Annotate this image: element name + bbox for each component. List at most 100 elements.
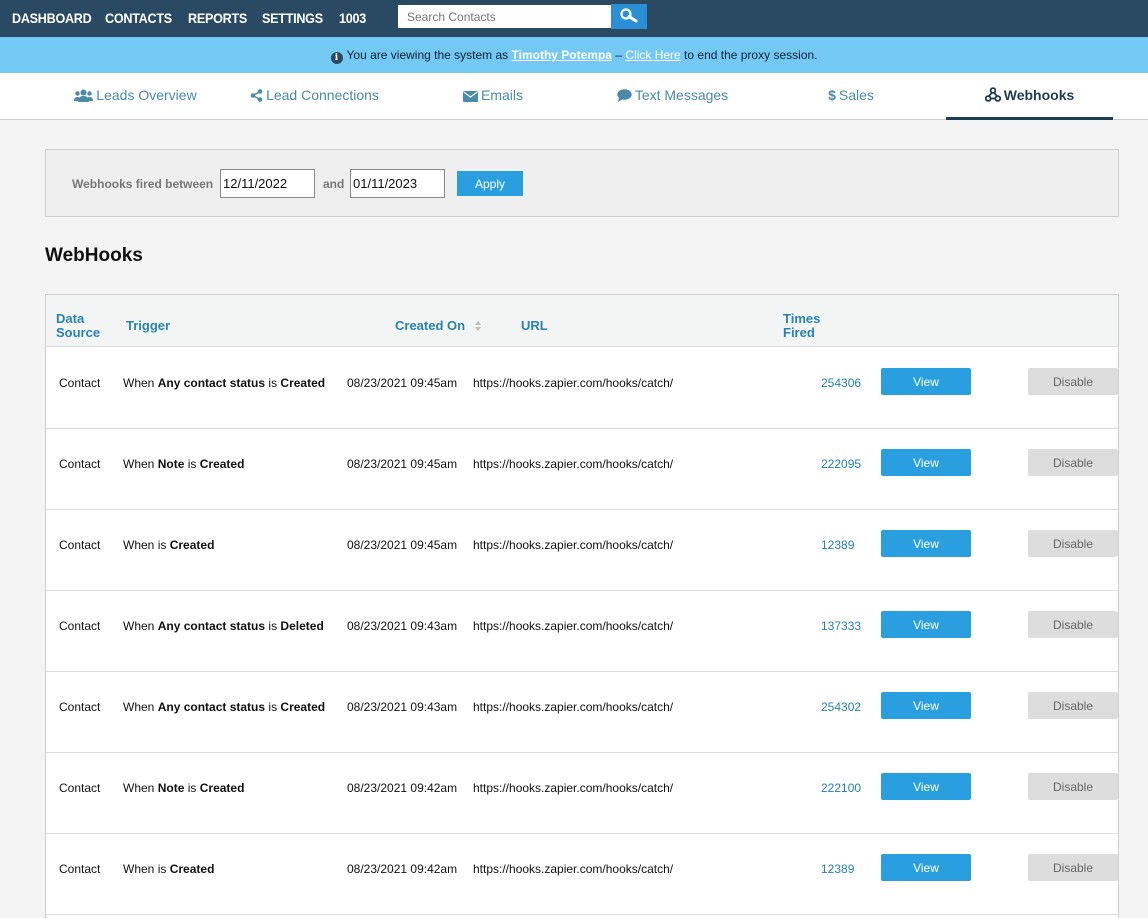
nav-reports[interactable]: REPORTS <box>188 0 247 37</box>
data-source-cell: Contact <box>59 700 101 714</box>
search-button[interactable] <box>611 4 647 29</box>
trigger-cell: When Any contact status is Created <box>123 376 326 390</box>
times-fired-cell: 137333 <box>821 619 862 633</box>
filter-label: Webhooks fired between <box>72 177 214 191</box>
tab-emails[interactable]: Emails <box>462 73 524 120</box>
users-icon <box>74 89 94 102</box>
tab-label: Sales <box>838 87 874 103</box>
trigger-cell: When Note is Created <box>123 781 245 795</box>
view-button[interactable]: View <box>881 530 971 557</box>
proxy-banner: i You are viewing the system as Timothy P… <box>0 37 1148 73</box>
date-filter-panel: Webhooks fired between and Apply <box>45 149 1119 217</box>
view-button[interactable]: View <box>881 611 971 638</box>
chat-bubble-icon <box>617 89 632 102</box>
disable-button[interactable]: Disable <box>1028 530 1118 557</box>
url-cell: https://hooks.zapier.com/hooks/catch/ <box>473 538 674 552</box>
disable-button[interactable]: Disable <box>1028 692 1118 719</box>
url-cell: https://hooks.zapier.com/hooks/catch/ <box>473 619 674 633</box>
apply-button[interactable]: Apply <box>457 171 523 196</box>
table-row: Contact When is Created 08/23/2021 09:42am… <box>46 834 1118 915</box>
url-cell: https://hooks.zapier.com/hooks/catch/ <box>473 862 674 876</box>
nav-dashboard[interactable]: DASHBOARD <box>12 0 92 37</box>
info-icon: i <box>330 52 343 64</box>
created-on-cell: 08/23/2021 09:45am <box>347 457 458 471</box>
times-fired-cell: 12389 <box>821 862 855 876</box>
data-source-cell: Contact <box>59 376 101 390</box>
banner-suffix: to end the proxy session. <box>684 48 818 62</box>
tab-lead-connections[interactable]: Lead Connections <box>247 73 382 120</box>
data-source-cell: Contact <box>59 457 101 471</box>
dollar-icon: $ <box>828 87 836 103</box>
data-source-cell: Contact <box>59 862 101 876</box>
created-on-cell: 08/23/2021 09:45am <box>347 538 458 552</box>
header-trigger: Trigger <box>126 318 171 333</box>
tab-webhooks[interactable]: Webhooks <box>946 73 1113 120</box>
table-row: Contact When Note is Created 08/23/2021 09… <box>46 753 1118 834</box>
banner-dash: – <box>615 48 623 62</box>
disable-button[interactable]: Disable <box>1028 611 1118 638</box>
end-date-input[interactable] <box>350 169 445 198</box>
trigger-cell: When Any contact status is Deleted <box>123 619 324 633</box>
tab-leads-overview[interactable]: Leads Overview <box>73 73 198 120</box>
page-title: WebHooks <box>45 245 143 266</box>
header-data-source: Data Source <box>56 311 101 340</box>
proxy-user-link[interactable]: Timothy Potempa <box>512 48 612 62</box>
created-on-cell: 08/23/2021 09:43am <box>347 619 458 633</box>
view-button[interactable]: View <box>881 449 971 476</box>
view-button[interactable]: View <box>881 368 971 395</box>
created-on-cell: 08/23/2021 09:43am <box>347 700 458 714</box>
start-date-input[interactable] <box>220 169 315 198</box>
tab-sales[interactable]: $ Sales <box>825 73 877 120</box>
disable-button[interactable]: Disable <box>1028 368 1118 395</box>
nav-settings[interactable]: SETTINGS <box>262 0 323 37</box>
top-nav: DASHBOARD CONTACTS REPORTS SETTINGS 1003 <box>0 0 1148 37</box>
table-row: Contact When Any contact status is Delete… <box>46 591 1118 672</box>
view-button[interactable]: View <box>881 692 971 719</box>
times-fired-cell: 222095 <box>821 457 862 471</box>
disable-button[interactable]: Disable <box>1028 773 1118 800</box>
view-button[interactable]: View <box>881 854 971 881</box>
nav-contacts[interactable]: CONTACTS <box>105 0 172 37</box>
tab-label: Emails <box>480 87 523 103</box>
header-created-on[interactable]: Created On <box>395 319 481 333</box>
tab-label: Lead Connections <box>266 87 379 103</box>
table-row: Contact When Note is Created 08/23/2021 09… <box>46 429 1118 510</box>
data-source-cell: Contact <box>59 781 101 795</box>
and-label: and <box>323 177 345 191</box>
header-url: URL <box>521 318 548 333</box>
webhooks-table: Data Source Trigger Created On URL Times… <box>45 294 1119 918</box>
trigger-cell: When is Created <box>123 538 215 552</box>
url-cell: https://hooks.zapier.com/hooks/catch/ <box>473 781 674 795</box>
search-input[interactable] <box>398 5 611 28</box>
end-proxy-link[interactable]: Click Here <box>625 48 680 62</box>
data-source-cell: Contact <box>59 619 101 633</box>
times-fired-cell: 254306 <box>821 376 862 390</box>
disable-button[interactable]: Disable <box>1028 449 1118 476</box>
disable-button[interactable]: Disable <box>1028 854 1118 881</box>
envelope-icon <box>462 91 478 102</box>
trigger-cell: When Note is Created <box>123 457 245 471</box>
times-fired-cell: 222100 <box>821 781 862 795</box>
tab-label: Text Messages <box>634 87 729 103</box>
table-row: Contact When Any contact status is Create… <box>46 672 1118 753</box>
webhook-icon <box>984 87 1001 102</box>
trigger-cell: When is Created <box>123 862 215 876</box>
search-icon <box>620 8 638 23</box>
tab-label: Leads Overview <box>96 87 197 103</box>
share-icon <box>250 89 263 102</box>
nav-1003[interactable]: 1003 <box>339 0 366 37</box>
tab-bar: Leads Overview Lead Connections Emails T… <box>0 73 1148 120</box>
tab-label: Webhooks <box>1003 87 1075 103</box>
view-button[interactable]: View <box>881 773 971 800</box>
times-fired-cell: 254302 <box>821 700 862 714</box>
created-on-cell: 08/23/2021 09:42am <box>347 862 458 876</box>
tab-text-messages[interactable]: Text Messages <box>615 73 730 120</box>
url-cell: https://hooks.zapier.com/hooks/catch/ <box>473 457 674 471</box>
header-times-fired: Times Fired <box>783 311 821 340</box>
url-cell: https://hooks.zapier.com/hooks/catch/ <box>473 700 674 714</box>
banner-prefix: You are viewing the system as <box>346 48 509 62</box>
data-source-cell: Contact <box>59 538 101 552</box>
table-header: Data Source Trigger Created On URL Times… <box>46 295 1118 347</box>
created-on-cell: 08/23/2021 09:42am <box>347 781 458 795</box>
table-row: Contact When is Created 08/23/2021 09:45am… <box>46 510 1118 591</box>
